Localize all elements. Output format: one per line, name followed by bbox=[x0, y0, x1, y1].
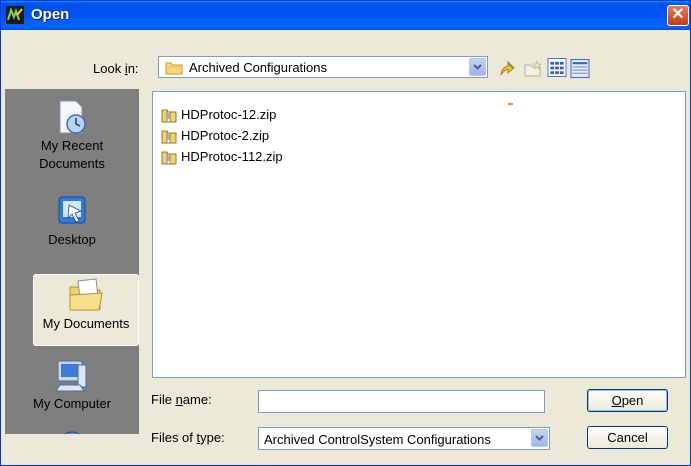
file-name: HDProtoc-12.zip bbox=[181, 107, 277, 122]
place-label-line2: Documents bbox=[39, 156, 105, 171]
desktop-icon bbox=[58, 196, 86, 224]
file-name-input[interactable] bbox=[258, 390, 545, 413]
place-my-documents[interactable]: My Documents bbox=[33, 274, 139, 346]
window-title: Open bbox=[31, 6, 70, 23]
new-folder-icon[interactable] bbox=[523, 59, 543, 78]
file-name: HDProtoc-112.zip bbox=[181, 149, 283, 164]
place-label-line1: My Recent bbox=[40, 138, 104, 153]
files-of-type-label: Files of type: bbox=[151, 430, 225, 445]
list-view-icon[interactable] bbox=[547, 58, 567, 77]
look-in-dropdown-button[interactable] bbox=[469, 58, 486, 76]
place-network[interactable] bbox=[5, 429, 139, 434]
look-in-value: Archived Configurations bbox=[189, 60, 328, 75]
open-button-key: O bbox=[611, 393, 622, 408]
file-name: HDProtoc-2.zip bbox=[181, 128, 270, 143]
zip-icon bbox=[161, 151, 177, 165]
files-of-type-dropdown-button[interactable] bbox=[531, 429, 548, 447]
places-bar: My Recent Documents Desktop My Documents bbox=[5, 89, 139, 434]
recent-documents-icon bbox=[59, 100, 86, 134]
files-of-type-label-pre: Files of bbox=[151, 430, 197, 445]
files-of-type-dropdown[interactable]: Archived ControlSystem Configurations bbox=[258, 427, 550, 450]
open-button-label: pen bbox=[621, 393, 644, 408]
file-name-label-key: n bbox=[175, 392, 183, 407]
details-view-icon[interactable] bbox=[570, 59, 590, 78]
title-bar[interactable]: Open ✕ bbox=[1, 1, 690, 30]
file-name-label: File name: bbox=[151, 392, 212, 407]
chevron-down-icon bbox=[473, 64, 482, 70]
zip-icon bbox=[161, 109, 177, 123]
close-button[interactable]: ✕ bbox=[667, 5, 689, 26]
decoration-mark bbox=[508, 103, 513, 105]
file-name-label-post: ame: bbox=[182, 392, 212, 407]
place-desktop[interactable]: Desktop bbox=[5, 193, 139, 249]
place-label: My Computer bbox=[32, 396, 112, 411]
place-my-computer[interactable]: My Computer bbox=[5, 357, 139, 413]
files-of-type-label-post: ype: bbox=[200, 430, 225, 445]
cancel-button-label: Cancel bbox=[607, 430, 648, 445]
close-icon: ✕ bbox=[671, 6, 685, 23]
file-list[interactable]: HDProtoc-12.zip HDProtoc-2.zip HDProtoc-… bbox=[152, 91, 686, 378]
look-in-dropdown[interactable]: Archived Configurations bbox=[158, 56, 488, 78]
cancel-button[interactable]: Cancel bbox=[587, 426, 668, 449]
my-documents-icon bbox=[69, 278, 103, 311]
look-in-label-pre: Look bbox=[93, 61, 125, 76]
open-dialog: Open ✕ Look in: Archived Configurations bbox=[0, 0, 691, 466]
place-label: My Documents bbox=[42, 316, 130, 331]
look-in-label-post: n: bbox=[127, 61, 139, 76]
place-my-recent-documents[interactable]: My Recent Documents bbox=[5, 99, 139, 173]
file-name-label-pre: File bbox=[151, 392, 176, 407]
up-one-level-icon[interactable] bbox=[498, 59, 518, 78]
look-in-label: Look in: bbox=[93, 61, 139, 76]
open-button[interactable]: Open bbox=[587, 389, 668, 412]
app-icon bbox=[6, 6, 24, 24]
zip-icon bbox=[161, 130, 177, 144]
network-places-icon bbox=[64, 431, 80, 434]
chevron-down-icon bbox=[535, 435, 544, 441]
my-computer-icon bbox=[55, 360, 87, 392]
place-label: Desktop bbox=[48, 232, 96, 247]
files-of-type-value: Archived ControlSystem Configurations bbox=[264, 432, 491, 447]
folder-icon bbox=[165, 62, 183, 75]
